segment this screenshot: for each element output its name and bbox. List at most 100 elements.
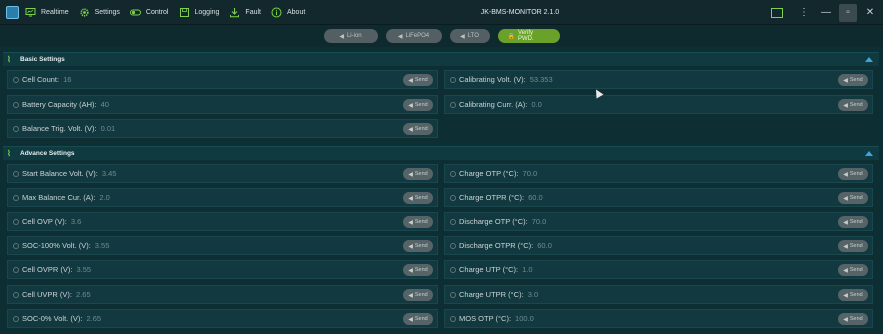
preset-lto-button[interactable]: ◀ LTO [449,29,490,43]
advance-settings-header[interactable]: ⌇ Advance Settings [3,146,879,160]
setting-value[interactable]: 0.0 [531,100,541,109]
status-dot-icon [13,291,19,298]
setting-row: SOC-0% Volt. (V): 2.65 ◀ Send [7,309,438,328]
menu-logging[interactable]: Logging [179,0,220,25]
basic-settings-header[interactable]: ⌇ Basic Settings [3,52,879,66]
window-title: JK-BMS-MONITOR 2.1.0 [480,9,560,16]
section-title: Basic Settings [20,56,65,63]
toggle-icon [129,7,141,18]
send-button[interactable]: ◀ Send [838,289,868,301]
menu-fault[interactable]: Fault [229,0,261,25]
setting-value[interactable]: 60.0 [537,241,552,250]
setting-row: Discharge OTPR (°C): 60.0 ◀ Send [444,236,873,255]
setting-row: MOS OTP (°C): 100.0 ◀ Send [444,309,873,328]
menu-label: Logging [194,8,220,16]
send-button[interactable]: ◀ Send [403,168,433,180]
setting-value[interactable]: 3.6 [71,217,81,226]
send-button[interactable]: ◀ Send [403,264,433,276]
send-icon: ◀ [843,316,848,323]
save-icon [179,7,190,18]
send-button[interactable]: ◀ Send [838,240,868,252]
info-icon [271,7,282,18]
send-icon: ◀ [408,195,413,202]
setting-row: Cell OVPR (V): 3.55 ◀ Send [7,260,438,279]
send-button[interactable]: ◀ Send [403,313,433,325]
send-button[interactable]: ◀ Send [403,289,433,301]
send-icon: ◀ [408,219,413,226]
menu-label: About [286,8,306,16]
send-button[interactable]: ◀ Send [838,99,868,111]
monitor-icon [25,7,36,18]
send-icon: ◀ [408,267,413,274]
setting-value[interactable]: 70.0 [523,169,538,178]
setting-row: Cell Count: 16 ◀ Send [7,70,438,89]
status-dot-icon [450,194,456,201]
app-logo-icon [6,5,19,19]
send-icon: ◀ [843,195,848,202]
send-button[interactable]: ◀ Send [838,168,868,180]
setting-value[interactable]: 3.45 [102,169,117,178]
send-icon: ◀ [843,219,848,226]
status-dot-icon [13,101,19,108]
verify-password-button[interactable]: 🔒 Verify PWD. [497,29,560,43]
status-dot-icon [13,170,19,177]
status-dot-icon [450,101,456,108]
setting-value[interactable]: 3.0 [528,290,538,299]
send-icon: ◀ [843,171,848,178]
setting-value[interactable]: 0.01 [101,124,116,133]
send-icon: ◀ [843,267,848,274]
restore-icon[interactable]: ▫ [839,3,857,22]
send-icon: ◀ [408,77,413,84]
send-button[interactable]: ◀ Send [403,123,433,135]
status-dot-icon [450,218,456,225]
status-dot-icon [13,194,19,201]
display-icon[interactable] [771,7,783,18]
send-button[interactable]: ◀ Send [838,313,868,325]
status-dot-icon [13,125,19,132]
menu-settings[interactable]: Settings [79,0,120,25]
send-icon: ◀ [843,292,848,299]
menu-about[interactable]: About [271,0,305,25]
title-bar: Realtime Settings Control Logging Fault … [0,0,883,25]
send-button[interactable]: ◀ Send [403,74,433,86]
setting-value[interactable]: 53.353 [530,75,553,84]
gear-icon [79,7,90,18]
setting-value[interactable]: 2.0 [99,193,109,202]
preset-toolbar: ◀ Li-ion ◀ LiFePO4 ◀ LTO 🔒 Verify PWD. [0,25,883,47]
setting-row: Charge UTP (°C): 1.0 ◀ Send [444,260,873,279]
send-icon: ◀ [843,77,848,84]
download-icon [229,7,240,18]
preset-li-ion-button[interactable]: ◀ Li-ion [323,29,378,43]
collapse-icon[interactable] [865,57,873,62]
setting-value[interactable]: 100.0 [515,314,534,323]
preset-lifepo4-button[interactable]: ◀ LiFePO4 [385,29,442,43]
close-icon[interactable]: ✕ [861,4,879,22]
setting-value[interactable]: 1.0 [522,265,532,274]
setting-value[interactable]: 2.65 [76,290,91,299]
collapse-icon[interactable] [865,151,873,156]
menu-realtime[interactable]: Realtime [25,0,69,25]
send-button[interactable]: ◀ Send [838,216,868,228]
setting-value[interactable]: 60.0 [528,193,543,202]
setting-row: Charge UTPR (°C): 3.0 ◀ Send [444,285,873,304]
play-icon: ◀ [397,33,403,40]
send-button[interactable]: ◀ Send [403,240,433,252]
minimize-icon[interactable]: — [817,4,835,22]
send-button[interactable]: ◀ Send [403,192,433,204]
send-button[interactable]: ◀ Send [838,264,868,276]
setting-value[interactable]: 3.55 [76,265,91,274]
setting-value[interactable]: 3.55 [95,241,110,250]
menu-control[interactable]: Control [129,0,169,25]
menu-label: Control [145,8,169,16]
send-button[interactable]: ◀ Send [403,99,433,111]
setting-value[interactable]: 2.65 [86,314,101,323]
setting-value[interactable]: 70.0 [532,217,547,226]
setting-row: Cell UVPR (V): 2.65 ◀ Send [7,285,438,304]
send-button[interactable]: ◀ Send [403,216,433,228]
status-dot-icon [450,242,456,249]
setting-value[interactable]: 40 [101,100,109,109]
send-button[interactable]: ◀ Send [838,192,868,204]
more-options-icon[interactable]: ⋮ [795,4,813,22]
setting-value[interactable]: 16 [63,75,71,84]
send-button[interactable]: ◀ Send [838,74,868,86]
